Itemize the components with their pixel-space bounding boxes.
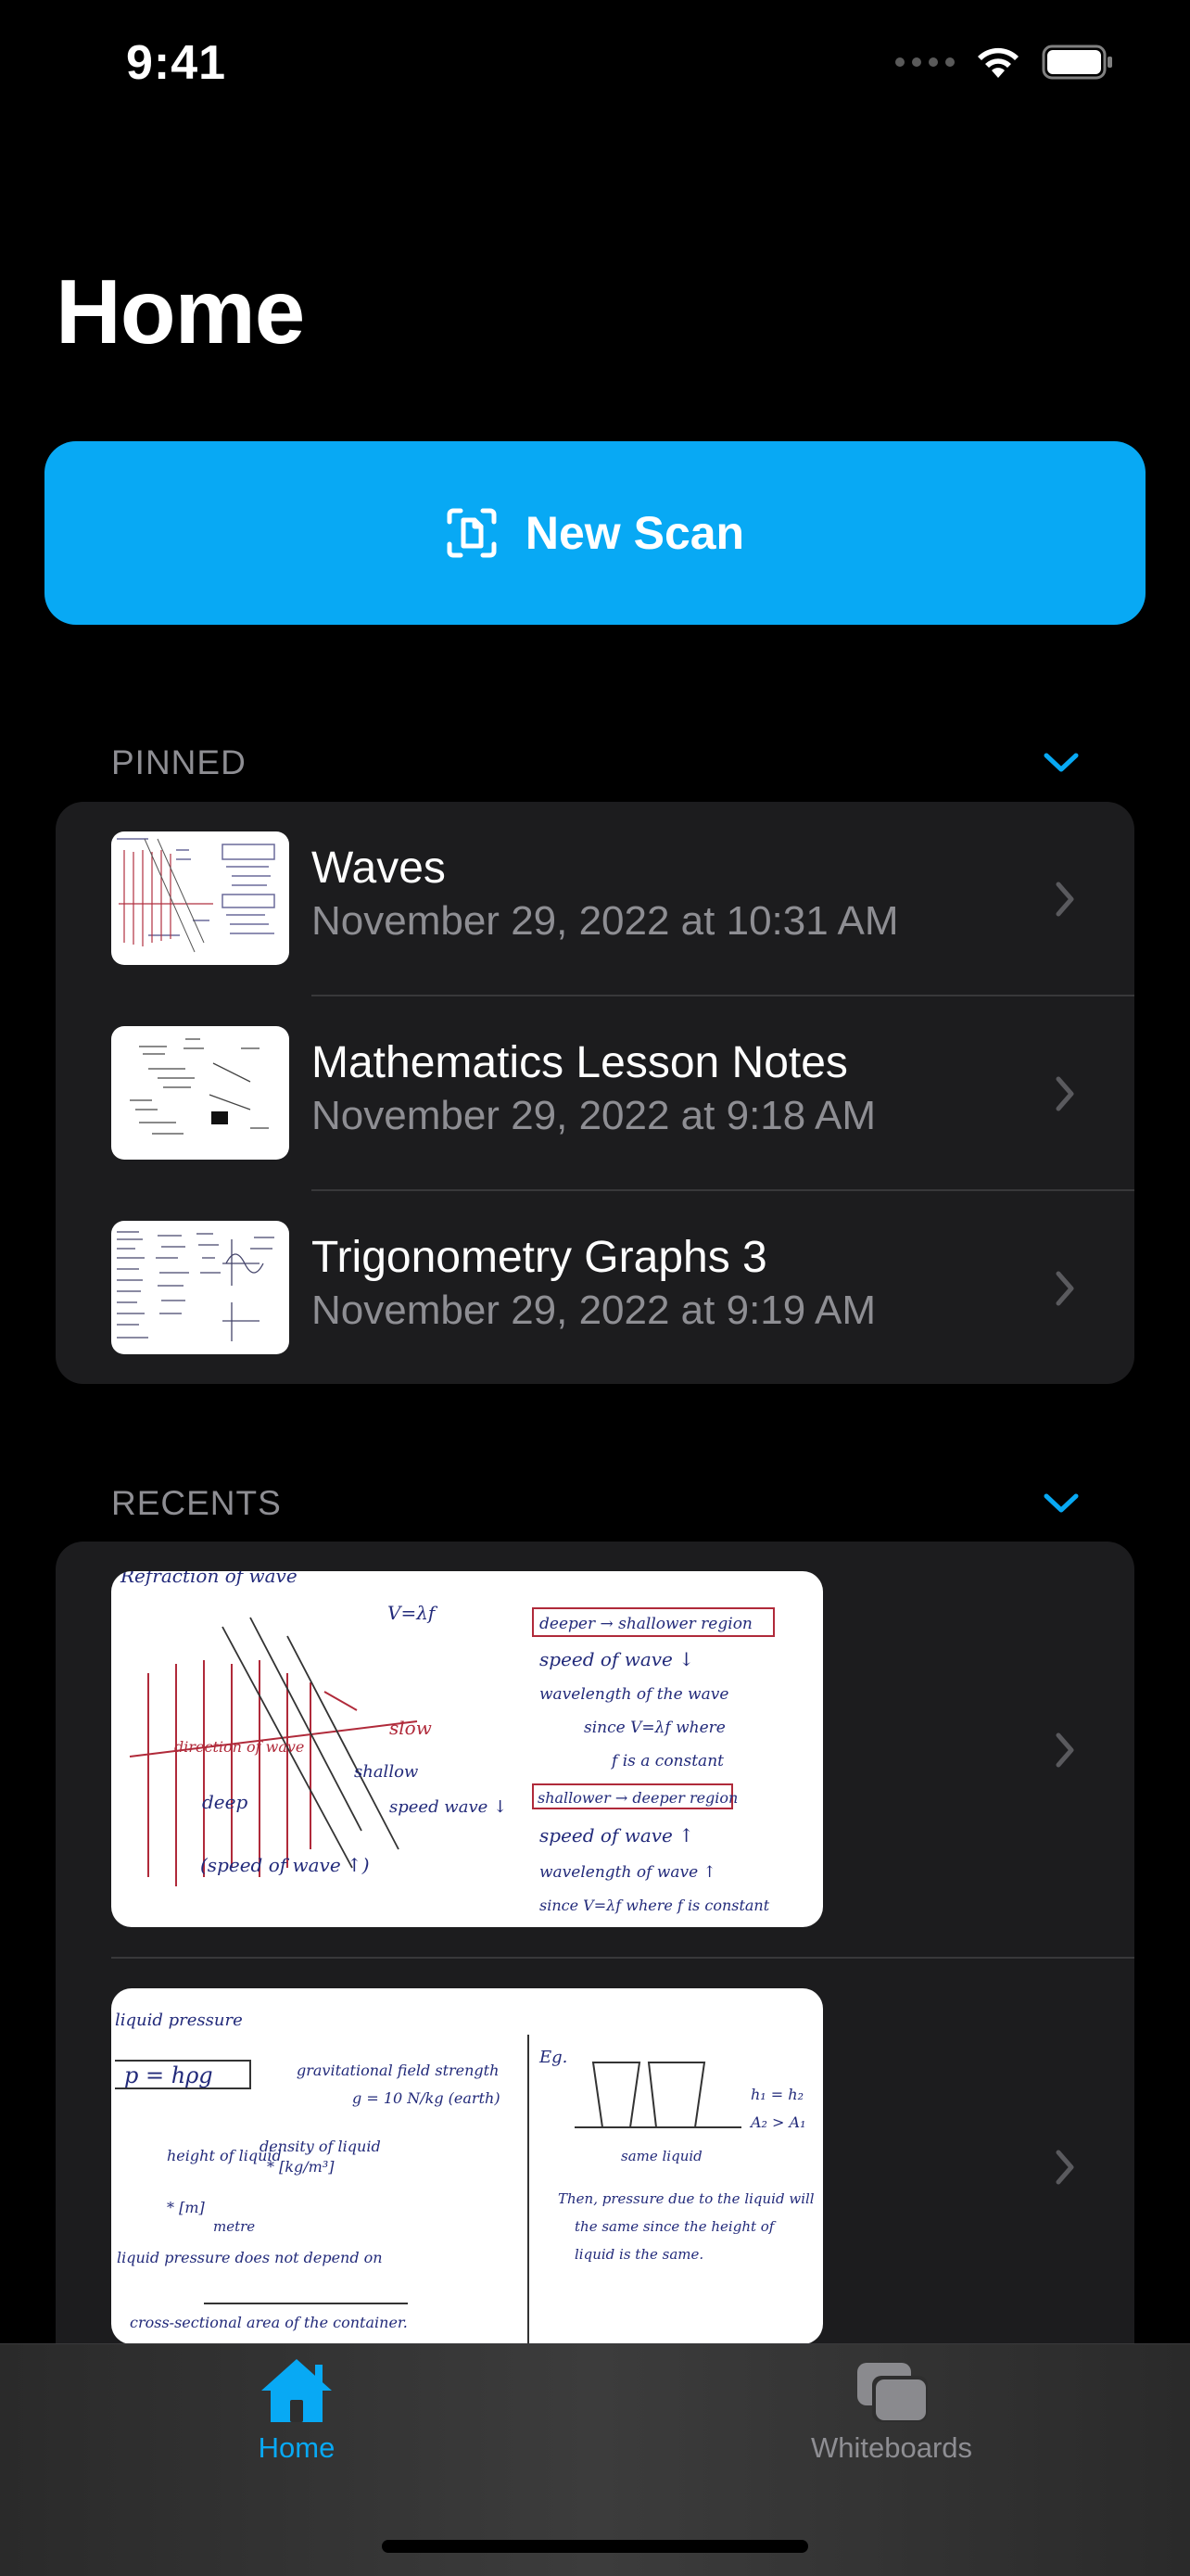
note-text: Refraction of wave [120,1571,298,1587]
note-text: since V=λf where f is constant [539,1897,770,1914]
recents-collapse-toggle[interactable] [1038,1480,1084,1527]
note-text: V=λf [387,1602,438,1624]
pinned-collapse-toggle[interactable] [1038,740,1084,786]
chevron-right-icon [1051,1265,1079,1312]
pinned-item-date: November 29, 2022 at 9:19 AM [311,1288,877,1333]
tab-home[interactable]: Home [158,2355,436,2465]
note-text: wavelength of the wave [539,1685,728,1704]
note-text: (speed of wave ↑) [200,1854,370,1876]
document-scan-icon [447,508,497,558]
note-text: deeper → shallower region [539,1615,753,1633]
document-thumbnail [111,831,289,965]
chevron-right-icon [1051,2144,1079,2190]
page-title: Home [56,260,305,362]
note-text: A₂ > A₁ [749,2113,806,2131]
pinned-list: Waves November 29, 2022 at 10:31 AM Math… [56,802,1134,1384]
note-text: shallower → deeper region [538,1789,738,1807]
wifi-icon [978,47,1019,78]
chevron-down-icon [1044,1493,1079,1513]
note-text: gravitational field strength [297,2062,499,2079]
note-text: same liquid [621,2148,703,2164]
status-bar: 9:41 [0,0,1190,139]
note-text: speed wave ↓ [389,1797,507,1817]
document-thumbnail [111,1026,289,1160]
chevron-right-icon [1051,1727,1079,1773]
pinned-item-waves[interactable]: Waves November 29, 2022 at 10:31 AM [56,802,1134,996]
recents-section-header: RECENTS [111,1480,1084,1527]
document-preview: liquid pressure p = hρg gravitational fi… [111,1988,823,2344]
pinned-item-trigonometry-graphs-3[interactable]: Trigonometry Graphs 3 November 29, 2022 … [56,1191,1134,1384]
note-text: liquid is the same. [575,2246,703,2263]
home-indicator[interactable] [382,2540,808,2553]
note-text: p = hρg [124,2062,213,2088]
tab-whiteboards[interactable]: Whiteboards [753,2355,1031,2465]
pinned-item-mathematics-lesson-notes[interactable]: Mathematics Lesson Notes November 29, 20… [56,996,1134,1191]
note-text: shallow [354,1762,419,1782]
pinned-item-date: November 29, 2022 at 10:31 AM [311,898,899,944]
document-preview: Refraction of wave V=λf deeper → shallow… [111,1571,823,1927]
pinned-section-header: PINNED [111,740,1084,786]
note-text: since V=λf where [584,1719,726,1737]
pinned-item-title: Trigonometry Graphs 3 [311,1233,767,1282]
note-text: g = 10 N/kg (earth) [352,2089,500,2107]
new-scan-label: New Scan [525,507,745,559]
pinned-section-title: PINNED [111,743,247,781]
status-icons [895,44,1114,80]
note-text: Eg. [538,2048,567,2067]
note-text: f is a constant [610,1752,724,1770]
pinned-item-title: Waves [311,844,446,893]
tab-home-label: Home [258,2431,335,2464]
note-text: * [m] [167,2199,206,2216]
status-time: 9:41 [126,36,227,90]
cellular-signal-icon [895,57,955,67]
recents-list: Refraction of wave V=λf deeper → shallow… [56,1542,1134,2376]
pinned-item-title: Mathematics Lesson Notes [311,1038,848,1087]
note-text: direction of wave [174,1738,304,1756]
note-text: liquid pressure does not depend on [117,2249,383,2266]
recents-section-title: RECENTS [111,1484,282,1522]
chevron-right-icon [1051,1071,1079,1117]
chevron-right-icon [1051,876,1079,922]
note-text: cross-sectional area of the container. [130,2314,408,2331]
tab-whiteboards-label: Whiteboards [810,2431,973,2464]
recent-item-liquid-pressure[interactable]: liquid pressure p = hρg gravitational fi… [56,1959,1134,2376]
chevron-down-icon [1044,753,1079,772]
note-text: speed of wave ↓ [539,1648,694,1670]
battery-icon [1042,44,1112,80]
note-text: h₁ = h₂ [751,2086,804,2103]
note-text: liquid pressure [115,2011,243,2030]
stacked-whiteboards-icon [857,2363,928,2422]
note-text: speed of wave ↑ [539,1824,694,1846]
note-text: height of liquid [167,2147,282,2164]
note-text: wavelength of wave ↑ [539,1863,716,1882]
document-thumbnail [111,1221,289,1354]
note-text: Then, pressure due to the liquid will [558,2190,815,2207]
house-icon [261,2359,332,2422]
pinned-item-date: November 29, 2022 at 9:18 AM [311,1093,877,1138]
new-scan-button[interactable]: New Scan [44,441,1146,625]
note-text: deep [202,1791,247,1813]
recent-item-waves[interactable]: Refraction of wave V=λf deeper → shallow… [56,1542,1134,1959]
note-text: metre [213,2218,255,2235]
note-text: slow [389,1717,432,1739]
note-text: the same since the height of [575,2218,777,2235]
